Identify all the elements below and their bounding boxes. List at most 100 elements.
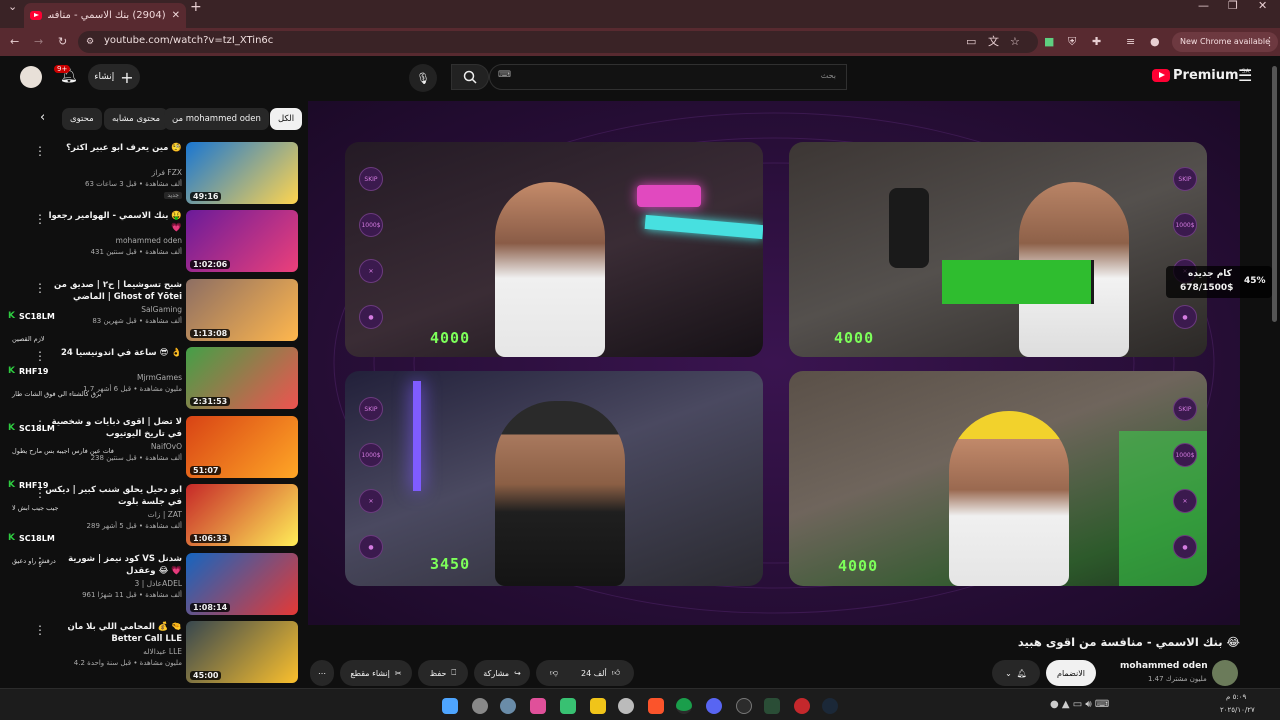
no-phone-icon[interactable]: ✕: [359, 259, 383, 283]
skip-button[interactable]: SKIP: [1173, 167, 1197, 191]
video-thumbnail[interactable]: 1:08:14: [186, 553, 298, 615]
recommendation-title[interactable]: ابو دحيل يحلق شنب كبير | ديكس في جلسة بل…: [42, 484, 182, 508]
join-button[interactable]: الانضمام: [1046, 660, 1096, 686]
chip-related[interactable]: محتوى مشابه: [104, 108, 168, 130]
more-vertical-icon[interactable]: ⋮: [34, 212, 46, 226]
video-thumbnail[interactable]: 2:31:53: [186, 347, 298, 409]
page-scrollbar[interactable]: [1272, 66, 1277, 322]
recommendation-title[interactable]: المحامي اللي بلا مان 💰 🤏 Better Call LLE: [42, 621, 182, 645]
chrome-menu-icon[interactable]: ⋮: [1264, 28, 1275, 56]
video-thumbnail[interactable]: 51:07: [186, 416, 298, 478]
channel-name[interactable]: mohammed oden: [1120, 661, 1208, 671]
translate-icon[interactable]: 文: [988, 28, 999, 56]
restore-icon[interactable]: ❐: [1228, 0, 1238, 20]
more-vertical-icon[interactable]: ⋮: [34, 144, 46, 158]
reload-icon[interactable]: ↻: [58, 28, 67, 56]
share-button[interactable]: مشاركة ↪: [474, 660, 530, 686]
skip-button[interactable]: SKIP: [359, 167, 383, 191]
dislike-icon[interactable]: 👎︎: [550, 668, 558, 678]
voice-search-button[interactable]: 🎙︎: [409, 64, 437, 92]
ghost-icon[interactable]: ●: [1173, 535, 1197, 559]
settings-app-icon[interactable]: [472, 698, 488, 714]
clock-date[interactable]: ٢٠٢٥/١٠/٢٧: [1220, 706, 1255, 714]
ghost-icon[interactable]: ●: [1173, 305, 1197, 329]
forward-icon[interactable]: →: [34, 28, 43, 56]
extension-icon[interactable]: ■: [1044, 28, 1054, 56]
video-thumbnail[interactable]: 45:00: [186, 621, 298, 683]
money-button[interactable]: 1000$: [359, 213, 383, 237]
skip-button[interactable]: SKIP: [359, 397, 383, 421]
recommendation-channel[interactable]: mohammed oden: [116, 236, 182, 245]
recommendation-item[interactable]: 1:02:06 بنك الاسمي - الهوامير رجعوا 🤑 💗 mo…: [30, 210, 300, 274]
clock-time[interactable]: ٥:٠٩ م: [1226, 693, 1246, 701]
terminal-icon[interactable]: [764, 698, 780, 714]
recommendation-title[interactable]: شبح تسوشيما | ح٢ | صديق من الماضي | Ghos…: [42, 279, 182, 303]
recommendation-item[interactable]: 1:06:33 ابو دحيل يحلق شنب كبير | ديكس في …: [30, 484, 300, 548]
search-input[interactable]: ⌨ بحث: [489, 64, 847, 90]
skip-button[interactable]: SKIP: [1173, 397, 1197, 421]
ghost-icon[interactable]: ●: [359, 535, 383, 559]
no-phone-icon[interactable]: ✕: [1173, 489, 1197, 513]
no-phone-icon[interactable]: ✕: [359, 489, 383, 513]
recommendation-title[interactable]: لا تضل | اقوى ذبايات و شخصية في تاريخ ال…: [42, 416, 182, 440]
chip-other[interactable]: محتوى: [62, 108, 102, 130]
back-icon[interactable]: ←: [10, 28, 19, 56]
more-vertical-icon[interactable]: ⋮: [34, 623, 46, 637]
cast-icon[interactable]: ▭: [966, 28, 976, 56]
browser-tab[interactable]: (2904) بنك الاسمي - منافسة ✕: [24, 3, 186, 28]
search-button[interactable]: [451, 64, 489, 90]
like-icon[interactable]: 👍︎: [612, 668, 620, 678]
video-thumbnail[interactable]: 1:13:08: [186, 279, 298, 341]
new-tab-icon[interactable]: +: [190, 0, 202, 21]
app-icon-green[interactable]: [560, 698, 576, 714]
more-vertical-icon[interactable]: ⋮: [34, 281, 46, 295]
new-chrome-available-button[interactable]: New Chrome available: [1172, 32, 1279, 52]
discord-icon[interactable]: [706, 698, 722, 714]
bookmark-star-icon[interactable]: ☆: [1010, 28, 1020, 56]
recommendation-item[interactable]: 1:08:14 كود نيمز | شورية VS شدنل وعقدل 😂 …: [30, 553, 300, 617]
recommendation-channel[interactable]: فراز FZX: [152, 168, 182, 177]
close-window-icon[interactable]: ✕: [1258, 0, 1267, 20]
windows-start-icon[interactable]: [442, 698, 458, 714]
keyboard-icon[interactable]: ⌨: [498, 70, 511, 80]
money-button[interactable]: 1000$: [1173, 213, 1197, 237]
video-thumbnail[interactable]: 1:02:06: [186, 210, 298, 272]
recommendation-title[interactable]: مين يعرف ابو عبير اكثر؟ 🧐: [42, 142, 182, 154]
recommendation-item[interactable]: 1:13:08 شبح تسوشيما | ح٢ | صديق من الماضي…: [30, 279, 300, 343]
chip-all[interactable]: الكل: [270, 108, 303, 130]
steam-icon[interactable]: [822, 698, 838, 714]
ghost-icon[interactable]: ●: [359, 305, 383, 329]
profile-avatar-icon[interactable]: ●: [1150, 28, 1160, 56]
subscribed-bell-button[interactable]: ⌄ 🔔︎: [992, 660, 1040, 686]
file-explorer-icon[interactable]: [590, 698, 606, 714]
recommendation-title[interactable]: كود نيمز | شورية VS شدنل وعقدل 😂 💗: [42, 553, 182, 577]
account-avatar[interactable]: [20, 66, 42, 88]
chip-from-channel[interactable]: من mohammed oden: [164, 108, 269, 130]
shield-extension-icon[interactable]: ⛨: [1068, 28, 1076, 56]
recommendation-channel[interactable]: عبدالاله LLE: [143, 647, 182, 656]
recommendation-channel[interactable]: NaifOvO: [151, 442, 182, 451]
site-info-icon[interactable]: ⚙: [86, 28, 94, 56]
youtube-premium-logo[interactable]: Premium SA: [1152, 68, 1250, 83]
recommendation-item[interactable]: 49:16 مين يعرف ابو عبير اكثر؟ 🧐 فراز FZX 63…: [30, 142, 300, 206]
app-icon-dark[interactable]: [736, 698, 752, 714]
recommendation-item[interactable]: 45:00 المحامي اللي بلا مان 💰 🤏 Better Cal…: [30, 621, 300, 685]
money-button[interactable]: 1000$: [1173, 443, 1197, 467]
video-thumbnail[interactable]: 49:16: [186, 142, 298, 204]
recommendation-channel[interactable]: MjrmGames: [137, 373, 182, 382]
more-actions-button[interactable]: ⋯: [310, 660, 334, 686]
close-tab-icon[interactable]: ✕: [172, 10, 180, 21]
gear-app-icon[interactable]: [500, 698, 516, 714]
more-vertical-icon[interactable]: ⋮: [34, 349, 46, 363]
recommendation-channel[interactable]: عادل | 3ADEL: [135, 579, 182, 588]
recommendation-channel[interactable]: SalGaming: [141, 305, 182, 314]
chrome-icon[interactable]: [676, 698, 692, 714]
recommendation-item[interactable]: 2:31:53 24 ساعة في اندونيسيا 😎 👌 MjrmGames…: [30, 347, 300, 411]
system-tray[interactable]: ● ▲ ▭ 🔊︎ ⌨: [1050, 699, 1109, 710]
reading-list-icon[interactable]: ≡: [1126, 28, 1135, 56]
tab-search-icon[interactable]: ⌄: [8, 0, 17, 21]
app-icon-pink[interactable]: [530, 698, 546, 714]
save-button[interactable]: حفظ ⎕: [418, 660, 468, 686]
recommendation-title[interactable]: بنك الاسمي - الهوامير رجعوا 🤑 💗: [42, 210, 182, 234]
minimize-icon[interactable]: —: [1198, 0, 1209, 20]
